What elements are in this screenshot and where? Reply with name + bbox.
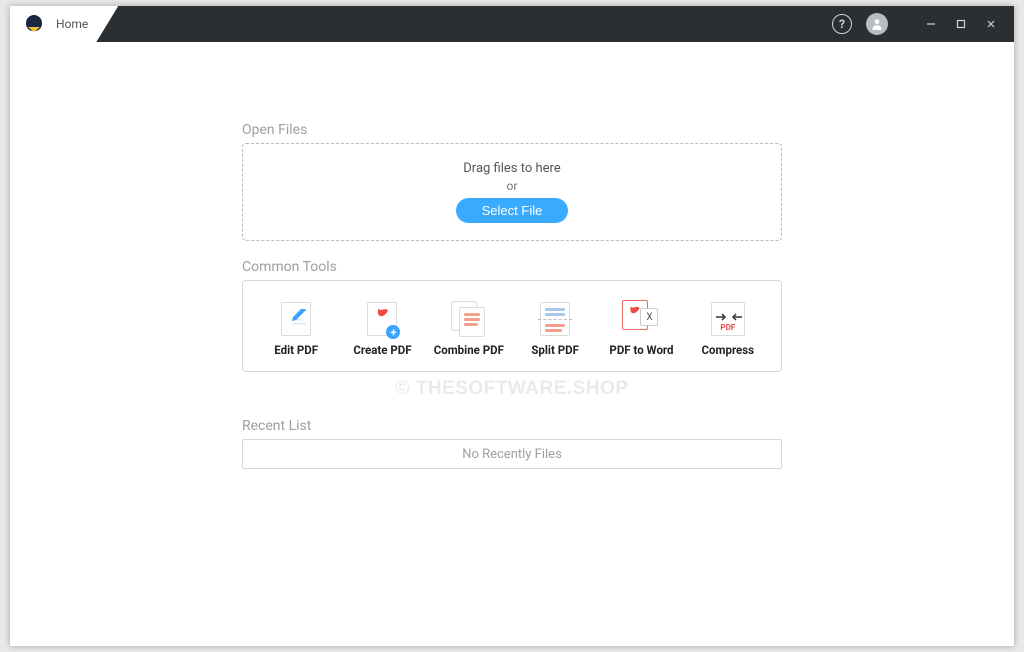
window-controls	[916, 10, 1006, 38]
tool-label: Compress	[702, 343, 755, 357]
common-tools-title: Common Tools	[242, 259, 782, 275]
content-area: Open Files Drag files to here or Select …	[10, 42, 1014, 646]
recent-empty-text: No Recently Files	[462, 447, 562, 462]
tool-label: Combine PDF	[434, 343, 504, 357]
tool-create-pdf[interactable]: + Create PDF	[342, 299, 422, 357]
close-button[interactable]	[976, 10, 1006, 38]
open-files-section: Open Files Drag files to here or Select …	[242, 122, 782, 241]
tool-label: Edit PDF	[274, 343, 318, 357]
edit-pdf-icon	[274, 299, 318, 339]
titlebar: Home ?	[10, 6, 1014, 42]
open-files-title: Open Files	[242, 122, 782, 138]
minimize-button[interactable]	[916, 10, 946, 38]
app-logo	[24, 14, 44, 34]
tool-split-pdf[interactable]: Split PDF	[515, 299, 595, 357]
tools-box: Edit PDF + Create PDF	[242, 280, 782, 372]
tool-compress[interactable]: PDF Compress	[688, 299, 768, 357]
drag-text: Drag files to here	[463, 161, 560, 176]
user-avatar[interactable]	[866, 13, 888, 35]
maximize-button[interactable]	[946, 10, 976, 38]
watermark: © THESOFTWARE.SHOP	[395, 378, 628, 400]
tab-home[interactable]: Home	[10, 6, 118, 42]
pdf-to-word-icon: X	[619, 299, 663, 339]
tool-combine-pdf[interactable]: Combine PDF	[429, 299, 509, 357]
create-pdf-icon: +	[360, 299, 404, 339]
app-window: Home ? Open Files Dra	[10, 6, 1014, 646]
tab-label: Home	[56, 17, 88, 31]
combine-pdf-icon	[447, 299, 491, 339]
or-text: or	[507, 179, 518, 193]
common-tools-section: Common Tools Edit PDF	[242, 259, 782, 372]
tool-label: Create PDF	[353, 343, 411, 357]
compress-icon: PDF	[706, 299, 750, 339]
titlebar-right: ?	[832, 10, 1014, 38]
tool-label: PDF to Word	[609, 343, 673, 357]
recent-list-title: Recent List	[242, 418, 782, 434]
split-pdf-icon	[533, 299, 577, 339]
file-dropzone[interactable]: Drag files to here or Select File	[242, 143, 782, 241]
recent-list-section: Recent List No Recently Files	[242, 418, 782, 469]
help-icon[interactable]: ?	[832, 14, 852, 34]
tool-label: Split PDF	[531, 343, 579, 357]
tool-pdf-to-word[interactable]: X PDF to Word	[601, 299, 681, 357]
tool-edit-pdf[interactable]: Edit PDF	[256, 299, 336, 357]
select-file-button[interactable]: Select File	[456, 198, 569, 223]
recent-list-box: No Recently Files	[242, 439, 782, 469]
